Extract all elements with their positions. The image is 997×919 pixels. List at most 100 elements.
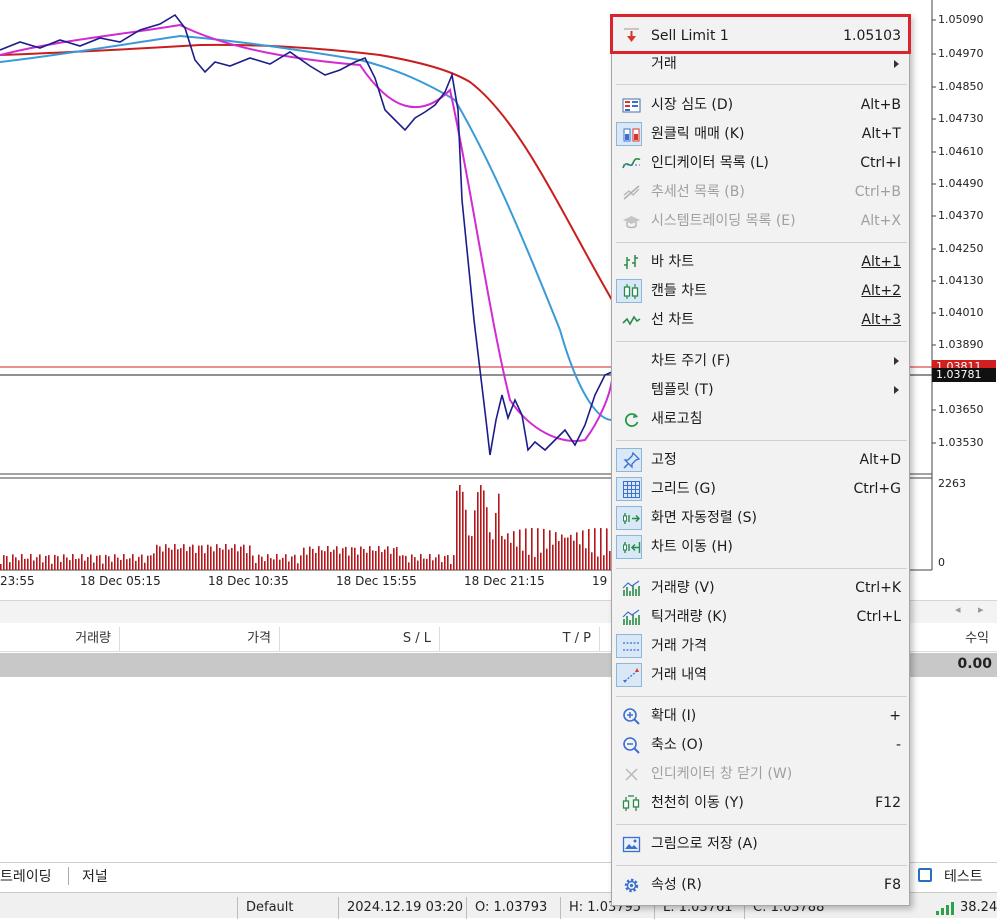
- volume-bar: [525, 528, 527, 570]
- time-axis-label: 18 Dec 10:35: [208, 574, 289, 588]
- volume-bar: [378, 546, 380, 570]
- volume-bar: [159, 546, 161, 570]
- volume-bar: [366, 552, 368, 570]
- menu-item-zoom-out[interactable]: 축소 (O) -: [616, 732, 907, 758]
- volume-bar: [471, 536, 473, 570]
- menu-item-market-depth[interactable]: 시장 심도 (D) Alt+B: [616, 92, 907, 118]
- column-header-price[interactable]: 가격: [120, 627, 280, 651]
- volume-bar: [216, 544, 218, 570]
- scroll-left-icon[interactable]: ◂: [955, 603, 961, 616]
- menu-item-timeframe[interactable]: 차트 주기 (F): [616, 348, 907, 374]
- volume-bar: [222, 549, 224, 570]
- menu-item-bar-chart[interactable]: 바 차트 Alt+1: [616, 249, 907, 275]
- column-header-sl[interactable]: S / L: [280, 627, 440, 651]
- volume-bar: [321, 550, 323, 570]
- tab-trading[interactable]: 트레이딩: [0, 866, 52, 886]
- volume-bar: [75, 558, 77, 570]
- volume-bar: [60, 561, 62, 570]
- menu-item-chart-shift[interactable]: 차트 이동 (H): [616, 534, 907, 560]
- menu-item-indicator-list[interactable]: 인디케이터 목록 (L) Ctrl+I: [616, 150, 907, 176]
- menu-item-save-as-picture[interactable]: 그림으로 저장 (A): [616, 831, 907, 857]
- menu-item-auto-scroll[interactable]: 화면 자동정렬 (S): [616, 505, 907, 531]
- price-axis-label: 1.03650: [938, 403, 984, 416]
- gear-icon: [622, 876, 641, 895]
- volume-bar: [165, 544, 167, 570]
- volume-bar: [99, 555, 101, 570]
- column-header-tp[interactable]: T / P: [440, 627, 600, 651]
- tab-tester[interactable]: 테스트: [944, 866, 983, 886]
- volume-bar: [183, 544, 185, 570]
- menu-item-trade[interactable]: 거래: [616, 51, 907, 77]
- volume-bar: [156, 544, 158, 570]
- volume-bar: [45, 555, 47, 570]
- tab-journal[interactable]: 저널: [82, 866, 108, 886]
- price-axis-label: 1.04130: [938, 274, 984, 287]
- menu-item-zoom-in[interactable]: 확대 (I) +: [616, 703, 907, 729]
- volume-bar: [231, 547, 233, 570]
- volume-bar: [567, 537, 569, 570]
- volume-bar: [444, 556, 446, 570]
- volume-bar: [462, 491, 464, 570]
- volume-bar: [27, 558, 29, 570]
- menu-item-line-chart[interactable]: 선 차트 Alt+3: [616, 307, 907, 333]
- volume-bar: [306, 554, 308, 570]
- menu-item-refresh[interactable]: 새로고침: [616, 406, 907, 432]
- volume-bar: [78, 558, 80, 570]
- menu-item-one-click-trading[interactable]: 원클릭 매매 (K) Alt+T: [616, 121, 907, 147]
- menu-item-step-scroll[interactable]: 천천히 이동 (Y) F12: [616, 790, 907, 816]
- volume-bar: [363, 548, 365, 570]
- volume-bar: [84, 560, 86, 570]
- volume-bar: [339, 553, 341, 570]
- tick-volume-icon: [622, 608, 641, 627]
- moving-average-mid-line: [0, 34, 613, 421]
- volume-bar: [114, 554, 116, 570]
- menu-item-tick-volume[interactable]: 틱거래량 (K) Ctrl+L: [616, 604, 907, 630]
- volume-bar: [408, 562, 410, 570]
- volume-bar: [438, 554, 440, 570]
- menu-item-candle-chart[interactable]: 캔들 차트 Alt+2: [616, 278, 907, 304]
- connection-signal-icon: [936, 902, 956, 915]
- volume-bar: [54, 554, 56, 570]
- menu-item-pin[interactable]: 고정 Alt+D: [616, 447, 907, 473]
- volume-bar: [294, 554, 296, 570]
- column-header-profit[interactable]: 수익: [900, 627, 997, 651]
- volume-bar: [255, 562, 257, 570]
- submenu-arrow-icon: [894, 357, 899, 365]
- tester-icon: [918, 868, 932, 882]
- volume-bar: [600, 528, 602, 570]
- volume-bar: [456, 490, 458, 570]
- price-axis-label: 1.04610: [938, 145, 984, 158]
- volume-bar: [546, 548, 548, 570]
- volume-bar: [585, 548, 587, 570]
- volume-bar: [24, 558, 26, 570]
- volume-bar: [549, 530, 551, 570]
- volume-bar: [171, 549, 173, 570]
- trendline-list-icon: [622, 183, 641, 202]
- step-scroll-icon: [622, 794, 641, 813]
- scroll-right-icon[interactable]: ▸: [978, 603, 984, 616]
- menu-item-properties[interactable]: 속성 (R) F8: [616, 872, 907, 898]
- volume-bar: [57, 556, 59, 570]
- menu-item-trade-price[interactable]: 거래 가격: [616, 633, 907, 659]
- menu-item-template[interactable]: 템플릿 (T): [616, 377, 907, 403]
- menu-item-expert-list: 시스템트레이딩 목록 (E) Alt+X: [616, 208, 907, 234]
- volume-bar: [297, 563, 299, 570]
- volume-bar: [477, 492, 479, 570]
- volume-bar: [177, 549, 179, 570]
- volume-bar: [531, 528, 533, 570]
- menu-item-grid[interactable]: 그리드 (G) Ctrl+G: [616, 476, 907, 502]
- volume-bar: [606, 528, 608, 570]
- volume-bar: [111, 561, 113, 570]
- volume-bar: [552, 544, 554, 570]
- submenu-arrow-icon: [894, 386, 899, 394]
- expert-list-icon: [622, 212, 641, 231]
- volume-bar: [591, 552, 593, 570]
- connection-speed: 38.24: [960, 900, 997, 915]
- volume-bar: [420, 554, 422, 570]
- volume-bar: [63, 554, 65, 570]
- volume-bar: [393, 548, 395, 570]
- menu-item-trade-history[interactable]: 거래 내역: [616, 662, 907, 688]
- menu-item-volume[interactable]: 거래량 (V) Ctrl+K: [616, 575, 907, 601]
- column-header-volume[interactable]: 거래량: [0, 627, 120, 651]
- highlight-box: [610, 14, 911, 54]
